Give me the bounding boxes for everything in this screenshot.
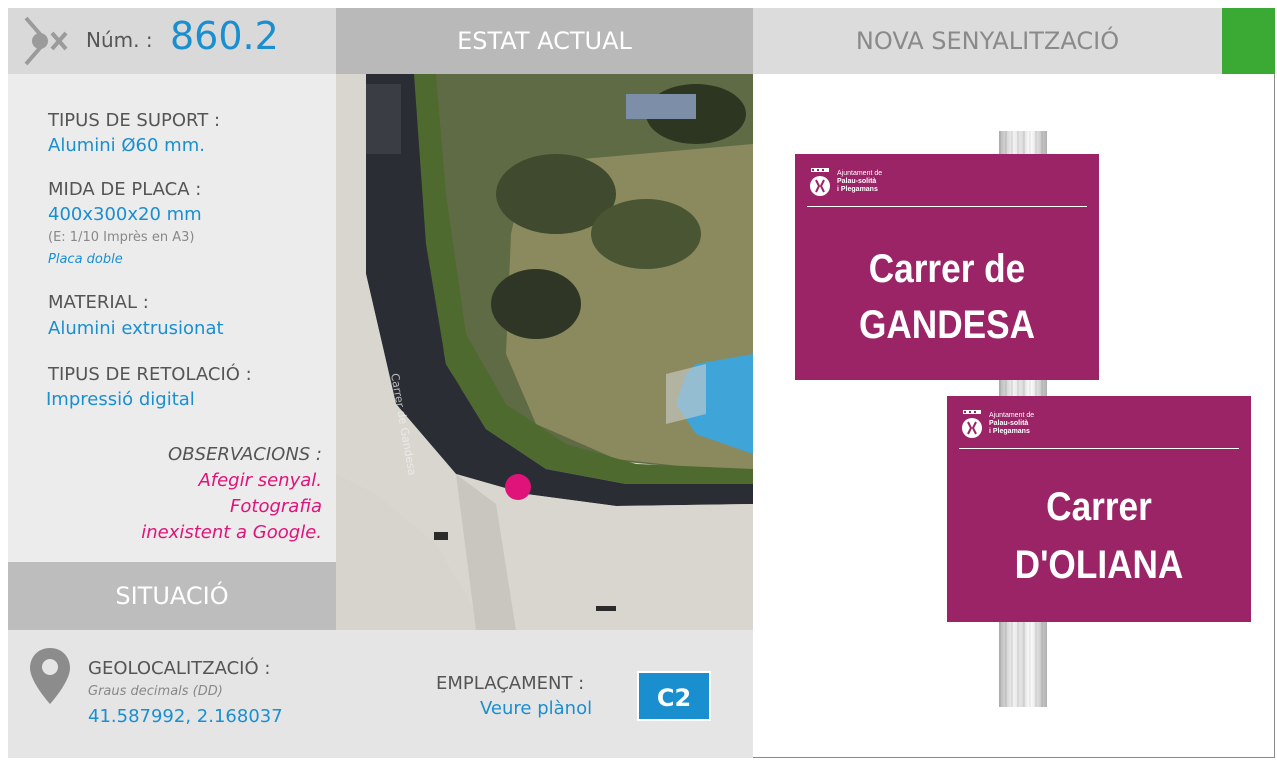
plate-type: Placa doble (48, 252, 123, 267)
tab-nova-senyalitzacio: NOVA SENYALITZACIÓ (753, 8, 1222, 74)
view-plan-link[interactable]: Veure plànol (480, 698, 592, 719)
placement-label: EMPLAÇAMENT : (436, 673, 585, 694)
observation-line: inexistent a Google. (141, 522, 322, 543)
street-name-line: GANDESA (858, 303, 1036, 347)
sign-number: 860.2 (170, 14, 279, 58)
plate-size-note: (E: 1/10 Imprès en A3) (48, 230, 195, 245)
lettering-type-value: Impressió digital (46, 389, 195, 410)
street-name-line: Carrer de (868, 247, 1026, 291)
support-type-value: Alumini Ø60 mm. (48, 135, 205, 156)
tab-estat-actual: ESTAT ACTUAL (336, 8, 753, 74)
sign-divider (959, 448, 1239, 449)
situation-header: SITUACIÓ (8, 562, 336, 630)
plate-size-value: 400x300x20 mm (48, 204, 202, 225)
observation-line: Afegir senyal. (198, 470, 322, 491)
sign-divider (807, 206, 1087, 207)
street-name-line: Carrer (1046, 485, 1152, 529)
geolocation-label: GEOLOCALITZACIÓ : (88, 658, 271, 679)
plate-size-label: MIDA DE PLACA : (48, 179, 202, 200)
sign-organization: Ajuntament de Palau-solità i Plegamans (837, 170, 883, 193)
specs-panel: TIPUS DE SUPORT : Alumini Ø60 mm. MIDA D… (8, 74, 336, 562)
status-indicator (1222, 8, 1275, 74)
placement-code-badge: C2 (637, 671, 711, 721)
aerial-photo: Carrer de Gandesa (336, 74, 753, 630)
material-value: Alumini extrusionat (48, 318, 224, 339)
crest-icon (810, 168, 830, 196)
street-sign: Ajuntament de Palau-solità i Plegamans C… (947, 396, 1251, 622)
observation-line: Fotografia (230, 496, 322, 517)
lettering-type-label: TIPUS DE RETOLACIÓ : (48, 364, 252, 385)
geolocation-value: 41.587992, 2.168037 (88, 706, 283, 727)
observations-label: OBSERVACIONS : (168, 444, 322, 465)
geolocation-format: Graus decimals (DD) (88, 684, 223, 699)
direction-arrow-icon (24, 16, 68, 66)
sign-organization: Ajuntament de Palau-solità i Plegamans (989, 412, 1035, 435)
material-label: MATERIAL : (48, 292, 149, 313)
street-name-line: D'OLIANA (1014, 543, 1184, 587)
number-label: Núm. : (86, 28, 153, 52)
map-pin-icon (30, 648, 70, 704)
support-type-label: TIPUS DE SUPORT : (48, 110, 221, 131)
street-sign: Ajuntament de Palau-solità i Plegamans C… (795, 154, 1099, 380)
crest-icon (962, 410, 982, 438)
